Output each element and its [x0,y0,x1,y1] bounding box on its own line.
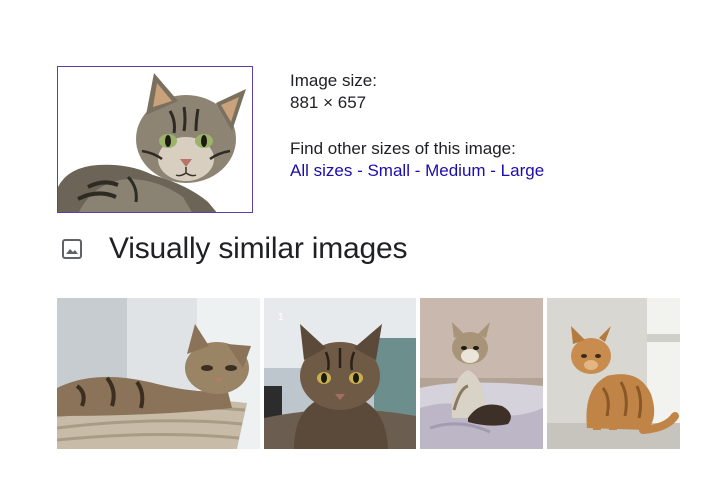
image-badge: 1 [278,312,284,323]
source-image-thumbnail[interactable] [57,66,253,213]
cat-closeup-image [264,298,416,449]
similar-images-grid: 1 [57,298,680,449]
similar-image-4[interactable] [547,298,680,449]
large-size-link[interactable]: Large [501,161,544,180]
orange-cat-image [547,298,680,449]
link-separator: - [352,161,368,180]
similar-image-3[interactable] [420,298,543,449]
size-links: All sizes - Small - Medium - Large [290,160,544,182]
cat-on-bed-image [420,298,543,449]
all-sizes-link[interactable]: All sizes [290,161,352,180]
tabby-cat-image [58,67,252,212]
section-title: Visually similar images [109,232,408,265]
image-size-label: Image size: [290,71,377,90]
image-info: Image size: 881 × 657 Find other sizes o… [290,70,544,182]
image-icon [57,234,87,264]
other-sizes-label: Find other sizes of this image: [290,139,516,158]
cat-in-basket-image [57,298,260,449]
link-separator: - [409,161,426,180]
similar-image-2[interactable]: 1 [264,298,416,449]
similar-image-1[interactable] [57,298,260,449]
small-size-link[interactable]: Small [367,161,410,180]
medium-size-link[interactable]: Medium [425,161,485,180]
image-size-value: 881 × 657 [290,93,367,112]
link-separator: - [485,161,501,180]
visually-similar-header: Visually similar images [57,229,407,269]
